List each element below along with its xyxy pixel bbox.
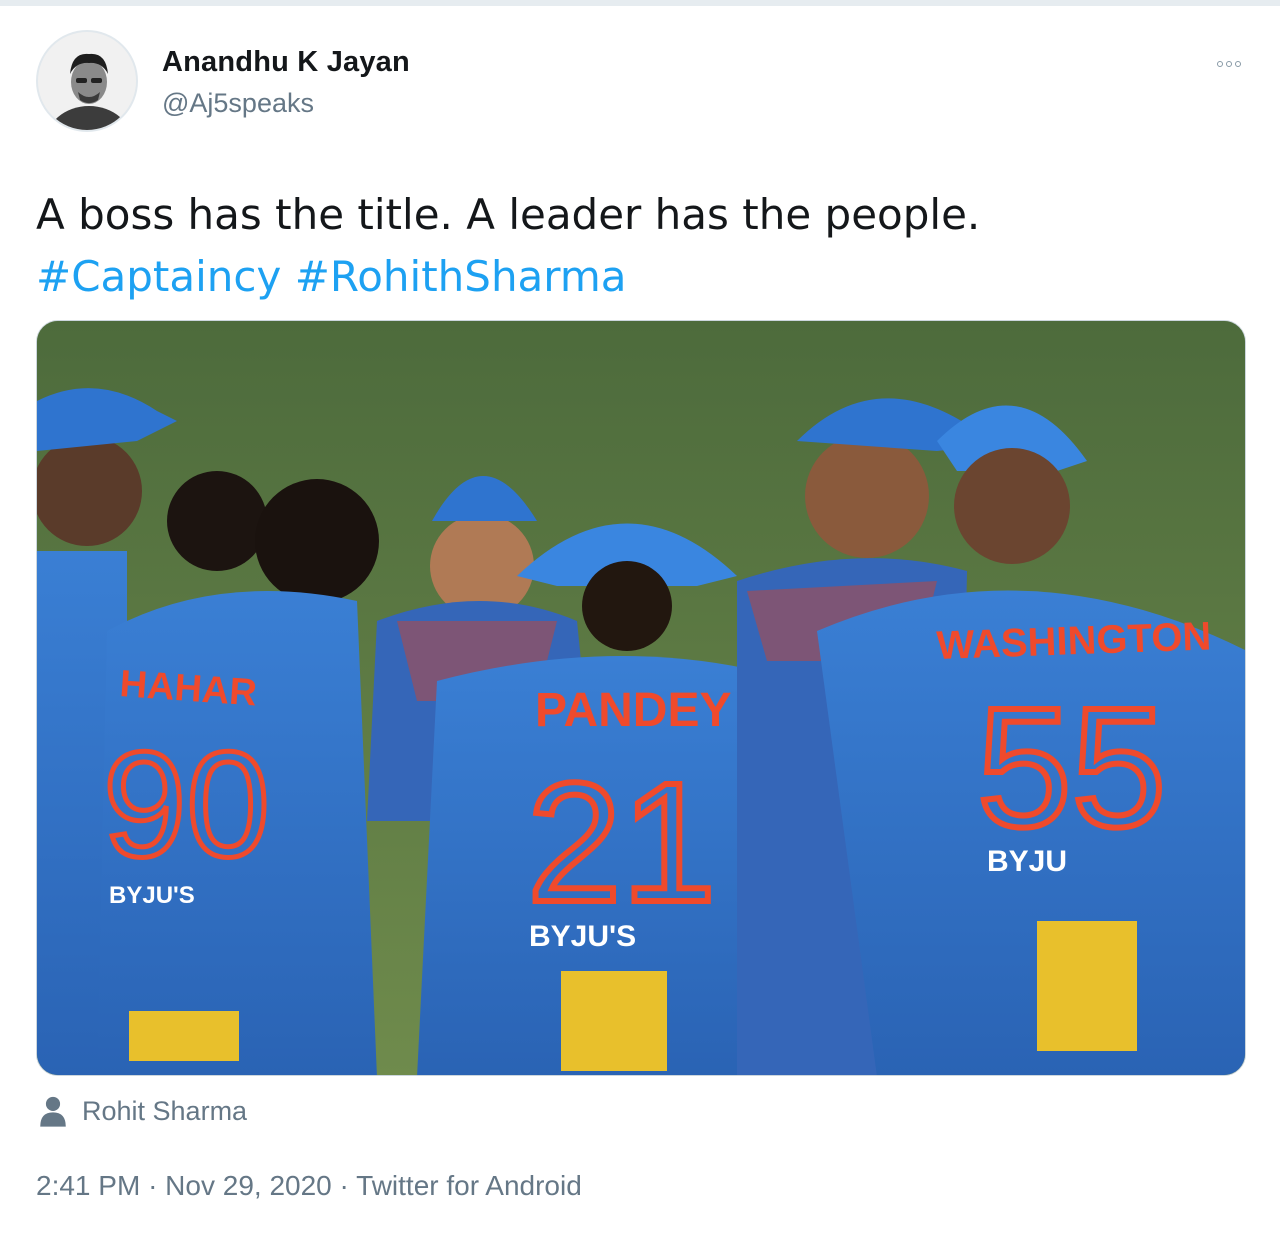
- tweet-metadata: 2:41 PM · Nov 29, 2020 · Twitter for And…: [36, 1170, 582, 1202]
- jersey-number-55: 55: [977, 673, 1166, 863]
- tagged-user-name[interactable]: Rohit Sharma: [82, 1096, 247, 1127]
- tagged-user-row[interactable]: Rohit Sharma: [36, 1094, 247, 1128]
- hashtag-rohithsharma[interactable]: #RohithSharma: [295, 252, 627, 301]
- avatar-image: [38, 32, 136, 130]
- tweet-card: Anandhu K Jayan @Aj5speaks A boss has th…: [0, 6, 1280, 1235]
- person-icon: [40, 1096, 66, 1127]
- tweet-text: A boss has the title. A leader has the p…: [36, 184, 1236, 308]
- tweet-date[interactable]: Nov 29, 2020: [165, 1170, 332, 1201]
- tweet-hashtags: #Captaincy #RohithSharma: [36, 246, 1236, 308]
- jersey-name-pandey: PANDEY: [535, 684, 731, 737]
- avatar[interactable]: [36, 30, 138, 132]
- tweet-media-photo[interactable]: HAHAR 90 BYJU'S PANDEY 21 BYJU'S WASHING…: [36, 320, 1246, 1076]
- meta-separator: ·: [339, 1170, 349, 1201]
- jersey-sponsor-2: BYJU'S: [529, 920, 636, 953]
- tweet-time[interactable]: 2:41 PM: [36, 1170, 140, 1201]
- meta-separator: ·: [148, 1170, 158, 1201]
- jersey-sponsor-3: BYJU: [987, 845, 1067, 878]
- hashtag-captaincy[interactable]: #Captaincy: [36, 252, 281, 301]
- jersey-number-90: 90: [103, 720, 270, 888]
- team-huddle-photo: HAHAR 90 BYJU'S PANDEY 21 BYJU'S WASHING…: [37, 321, 1245, 1075]
- tweet-text-line: A boss has the title. A leader has the p…: [36, 190, 981, 239]
- jersey-sponsor-1: BYJU'S: [109, 882, 195, 909]
- author-display-name[interactable]: Anandhu K Jayan: [162, 46, 410, 79]
- jersey-number-21: 21: [527, 748, 716, 938]
- tweet-source[interactable]: Twitter for Android: [356, 1170, 582, 1201]
- author-handle[interactable]: @Aj5speaks: [162, 88, 314, 119]
- more-options-icon[interactable]: [1210, 52, 1248, 76]
